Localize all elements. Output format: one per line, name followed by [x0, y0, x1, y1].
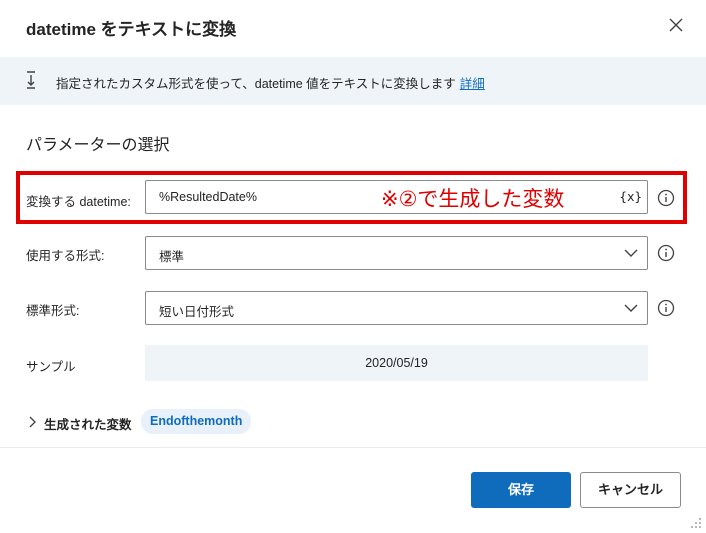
section-title: パラメーターの選択 [26, 137, 170, 154]
sample-label: サンプル [26, 360, 76, 374]
sample-value: 2020/05/19 [365, 356, 428, 370]
info-bar: 指定されたカスタム形式を使って、datetime 値をテキストに変換します 詳細 [0, 57, 706, 105]
convert-icon [27, 71, 35, 89]
generated-variable-badge[interactable]: Endofthemonth [141, 409, 252, 434]
close-icon[interactable] [664, 13, 688, 37]
chevron-down-icon [624, 249, 638, 257]
info-text: 指定されたカスタム形式を使って、datetime 値をテキストに変換します 詳細 [56, 73, 485, 92]
standard-format-label: 標準形式: [26, 304, 80, 318]
cancel-button[interactable]: キャンセル [580, 472, 681, 508]
annotation-text: ※②で生成した変数 [381, 188, 565, 211]
help-icon[interactable] [657, 244, 675, 262]
dialog-title: datetime をテキストに変換 [26, 20, 237, 39]
chevron-down-icon [624, 304, 638, 312]
format-type-label: 使用する形式: [26, 249, 105, 263]
info-description: 指定されたカスタム形式を使って、datetime 値をテキストに変換します [56, 77, 456, 91]
details-link[interactable]: 詳細 [460, 77, 485, 91]
standard-format-value: 短い日付形式 [159, 305, 235, 319]
footer-divider [0, 447, 706, 448]
annotation-highlight-box [16, 171, 687, 224]
generated-variables-toggle[interactable]: 生成された変数 [44, 414, 132, 433]
format-type-value: 標準 [159, 250, 185, 264]
convert-datetime-dialog: datetime をテキストに変換 指定されたカスタム形式を使って、dateti… [0, 0, 706, 533]
resize-grip-icon[interactable] [688, 515, 702, 529]
format-type-dropdown[interactable]: 標準 [145, 236, 648, 270]
chevron-right-icon[interactable] [28, 416, 36, 428]
standard-format-dropdown[interactable]: 短い日付形式 [145, 291, 648, 325]
help-icon[interactable] [657, 299, 675, 317]
sample-output: 2020/05/19 [145, 345, 648, 381]
save-button[interactable]: 保存 [471, 472, 571, 508]
